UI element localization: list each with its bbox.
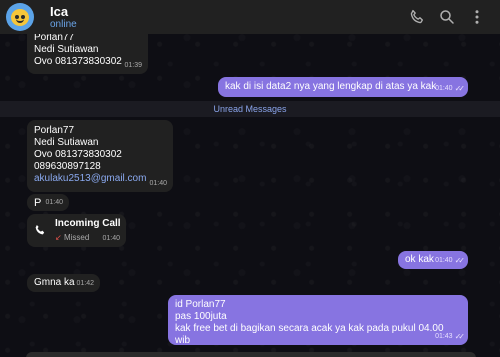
- message-time: 01:40 ✓✓: [435, 84, 466, 93]
- call-title: Incoming Call: [55, 218, 121, 229]
- chat-name: Ica: [50, 4, 69, 19]
- message-line: 089630897128: [34, 161, 101, 172]
- message-incoming[interactable]: P 01:40: [27, 194, 69, 211]
- message-incoming[interactable]: Porlan77 Nedi Sutiawan Ovo 081373830302 …: [27, 120, 173, 192]
- message-incoming[interactable]: Gmna ka 01:42: [27, 274, 100, 292]
- double-check-icon: ✓✓: [454, 84, 466, 93]
- message-line: kak free bet di bagikan secara acak ya k…: [175, 323, 444, 346]
- avatar[interactable]: [6, 3, 34, 31]
- message-line: id Porlan77: [175, 299, 226, 310]
- phone-icon[interactable]: [408, 8, 426, 26]
- message-outgoing[interactable]: ok kak 01:40 ✓✓: [398, 251, 468, 269]
- message-line: Porlan77: [34, 125, 75, 136]
- phone-icon: [33, 223, 47, 237]
- message-outgoing[interactable]: id Porlan77 pas 100juta kak free bet di …: [168, 295, 468, 346]
- chat-title-area[interactable]: Ica online: [50, 4, 77, 31]
- message-time: 01:40: [45, 199, 63, 206]
- missed-arrow-icon: ↙: [55, 233, 62, 242]
- chat-status: online: [50, 19, 77, 30]
- search-icon[interactable]: [438, 8, 456, 26]
- message-line: Ovo 081373830302: [34, 149, 122, 160]
- missed-call-message[interactable]: Incoming Call ↙ Missed 01:40: [27, 214, 126, 247]
- message-time: 01:39: [124, 62, 142, 69]
- email-link[interactable]: akulaku2513@gmail.com: [34, 173, 166, 185]
- message-text: kak di isi data2 nya yang lengkap di ata…: [225, 81, 437, 92]
- double-check-icon: ✓✓: [454, 332, 466, 341]
- message-time: 01:40 ✓✓: [435, 256, 466, 265]
- double-check-icon: ✓✓: [454, 256, 466, 265]
- emoji-face-icon: [11, 9, 29, 26]
- more-vertical-icon[interactable]: [468, 8, 486, 26]
- message-time: 01:40: [149, 180, 167, 187]
- chat-header: Ica online: [0, 0, 500, 34]
- message-time: 01:40: [102, 235, 120, 242]
- message-incoming[interactable]: Porlan77 Nedi Sutiawan Ovo 081373830302 …: [27, 27, 148, 74]
- message-time: 01:43 ✓✓: [435, 332, 466, 341]
- call-status: ↙ Missed: [55, 233, 90, 242]
- message-input-bar[interactable]: [26, 352, 476, 357]
- message-time: 01:42: [76, 280, 94, 287]
- message-line: Nedi Sutiawan: [34, 44, 99, 55]
- message-line: pas 100juta: [175, 311, 227, 322]
- message-outgoing[interactable]: kak di isi data2 nya yang lengkap di ata…: [218, 77, 468, 97]
- message-line: Nedi Sutiawan: [34, 137, 99, 148]
- unread-messages-divider: Unread Messages: [0, 101, 500, 117]
